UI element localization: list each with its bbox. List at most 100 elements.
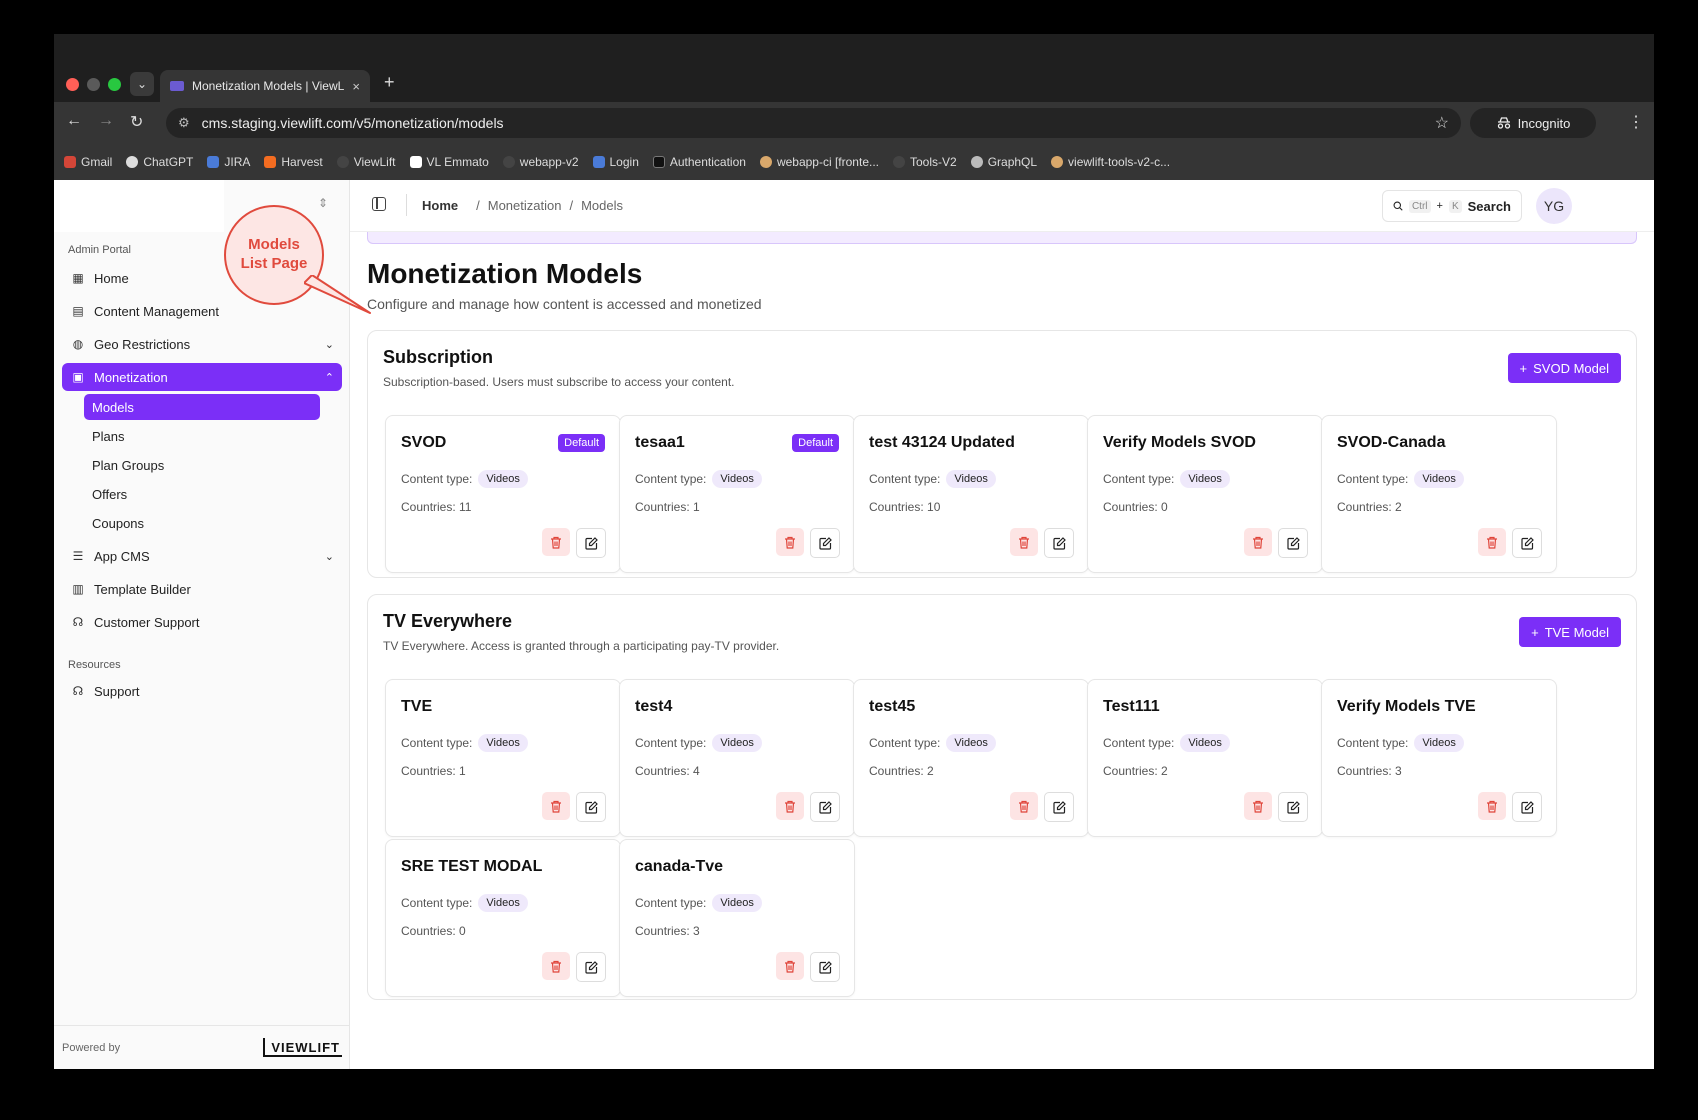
bookmark-star-icon[interactable]: ☆	[1435, 113, 1449, 133]
headset-icon: ☊	[72, 684, 84, 698]
model-card[interactable]: SRE TEST MODAL Content type: Videos Countri…	[385, 839, 621, 997]
delete-model-button[interactable]	[1010, 792, 1038, 820]
countries-count: Countries: 0	[401, 924, 466, 938]
content-type-pill: Videos	[478, 894, 528, 912]
bookmark-gmail[interactable]: Gmail	[64, 155, 112, 169]
jenkins-icon	[759, 156, 772, 168]
bookmark-viewlift-tools[interactable]: viewlift-tools-v2-c...	[1051, 155, 1170, 169]
bookmark-authentication[interactable]: Authentication	[652, 155, 746, 169]
edit-model-button[interactable]	[810, 792, 840, 822]
delete-model-button[interactable]	[776, 792, 804, 820]
model-card[interactable]: SVOD Default Content type: Videos Countries:…	[385, 415, 621, 573]
edit-model-button[interactable]	[1044, 528, 1074, 558]
model-card[interactable]: canada-Tve Content type: Videos Countries: …	[619, 839, 855, 997]
delete-model-button[interactable]	[542, 792, 570, 820]
edit-model-button[interactable]	[1512, 792, 1542, 822]
model-card[interactable]: test45 Content type: Videos Countries: 2	[853, 679, 1089, 837]
search-button[interactable]: Ctrl + K Search	[1382, 190, 1522, 222]
delete-model-button[interactable]	[776, 528, 804, 556]
edit-model-button[interactable]	[576, 528, 606, 558]
content-type-pill: Videos	[712, 894, 762, 912]
tab-title: Monetization Models | ViewLift	[192, 79, 345, 93]
edit-model-button[interactable]	[576, 792, 606, 822]
model-card[interactable]: test4 Content type: Videos Countries: 4	[619, 679, 855, 837]
countries-count: Countries: 1	[635, 500, 700, 514]
model-name: test4	[635, 698, 673, 715]
countries-count: Countries: 2	[869, 764, 934, 778]
tab-close-icon[interactable]: ×	[352, 79, 360, 94]
bookmark-webapp-v2[interactable]: webapp-v2	[502, 155, 579, 169]
delete-model-button[interactable]	[542, 528, 570, 556]
avatar[interactable]: YG	[1536, 188, 1572, 224]
bookmark-tools-v2[interactable]: Tools-V2	[893, 155, 957, 169]
sidebar-item-support[interactable]: ☊ Support	[62, 677, 342, 705]
sidebar-item-geo-restrictions[interactable]: ◍ Geo Restrictions ⌄	[62, 330, 342, 358]
sidebar-item-app-cms[interactable]: ☰ App CMS ⌄	[62, 542, 342, 570]
model-card[interactable]: tesaa1 Default Content type: Videos Countrie…	[619, 415, 855, 573]
model-card[interactable]: SVOD-Canada Content type: Videos Countries:…	[1321, 415, 1557, 573]
delete-model-button[interactable]	[1244, 792, 1272, 820]
sidebar-item-monetization[interactable]: ▣ Monetization ⌃	[62, 363, 342, 391]
url-field[interactable]: ⚙ cms.staging.viewlift.com/v5/monetizati…	[166, 108, 1461, 138]
sidebar-item-customer-support[interactable]: ☊ Customer Support	[62, 608, 342, 636]
bookmark-chatgpt[interactable]: ChatGPT	[126, 155, 193, 169]
breadcrumb-home[interactable]: Home	[422, 198, 458, 213]
browser-menu-icon[interactable]: ⋮	[1628, 112, 1644, 132]
workspace-switcher-icon[interactable]: ⇕	[318, 196, 328, 210]
zoom-window-button[interactable]	[108, 78, 121, 91]
sidebar-subitem-offers[interactable]: Offers	[84, 481, 320, 507]
toggle-sidebar-icon[interactable]	[372, 197, 386, 211]
bookmark-webapp-ci[interactable]: webapp-ci [fronte...	[759, 155, 879, 169]
model-card[interactable]: Test111 Content type: Videos Countries: 2	[1087, 679, 1323, 837]
edit-model-button[interactable]	[1278, 792, 1308, 822]
new-tab-button[interactable]: +	[384, 72, 395, 93]
breadcrumb-monetization[interactable]: Monetization	[488, 198, 562, 213]
delete-model-button[interactable]	[1478, 528, 1506, 556]
add-svod-model-button[interactable]: + SVOD Model	[1507, 353, 1621, 383]
delete-model-button[interactable]	[1244, 528, 1272, 556]
delete-model-button[interactable]	[542, 952, 570, 980]
edit-model-button[interactable]	[810, 952, 840, 982]
back-icon[interactable]: ←	[66, 112, 82, 130]
model-card[interactable]: test 43124 Updated Content type: Videos Cou…	[853, 415, 1089, 573]
site-settings-icon[interactable]: ⚙	[178, 115, 190, 131]
bookmark-login[interactable]: Login	[592, 155, 639, 169]
sidebar-item-template-builder[interactable]: ▥ Template Builder	[62, 575, 342, 603]
bookmark-viewlift[interactable]: ViewLift	[336, 155, 396, 169]
bookmark-graphql[interactable]: GraphQL	[970, 155, 1037, 169]
edit-model-button[interactable]	[1512, 528, 1542, 558]
delete-model-button[interactable]	[776, 952, 804, 980]
bookmark-vl-emmato[interactable]: VL Emmato	[409, 155, 489, 169]
close-window-button[interactable]	[66, 78, 79, 91]
layout-icon: ▥	[72, 582, 84, 596]
sidebar-subitem-plans[interactable]: Plans	[84, 423, 320, 449]
model-card[interactable]: TVE Content type: Videos Countries: 1	[385, 679, 621, 837]
browser-tab[interactable]: Monetization Models | ViewLift ×	[160, 70, 370, 102]
delete-model-button[interactable]	[1478, 792, 1506, 820]
incognito-indicator[interactable]: Incognito	[1470, 108, 1596, 138]
edit-model-button[interactable]	[576, 952, 606, 982]
sidebar-subitem-plan-groups[interactable]: Plan Groups	[84, 452, 320, 478]
sidebar-subitem-coupons[interactable]: Coupons	[84, 510, 320, 536]
tab-search-button[interactable]: ⌄	[130, 72, 154, 96]
minimize-window-button[interactable]	[87, 78, 100, 91]
sidebar-item-content-management[interactable]: ▤ Content Management	[62, 297, 342, 325]
forward-icon[interactable]: →	[98, 112, 114, 130]
content-type-label: Content type:	[869, 472, 941, 486]
edit-model-button[interactable]	[1278, 528, 1308, 558]
bookmark-harvest[interactable]: Harvest	[264, 155, 323, 169]
delete-model-button[interactable]	[1010, 528, 1038, 556]
model-card[interactable]: Verify Models TVE Content type: Videos Coun…	[1321, 679, 1557, 837]
chevron-down-icon: ⌄	[136, 77, 148, 91]
workspace-brand[interactable]	[54, 180, 224, 232]
model-name: SVOD	[401, 434, 447, 451]
edit-model-button[interactable]	[1044, 792, 1074, 822]
model-name: canada-Tve	[635, 858, 724, 875]
add-tve-model-button[interactable]: + TVE Model	[1519, 617, 1621, 647]
edit-model-button[interactable]	[810, 528, 840, 558]
sidebar-subitem-models[interactable]: Models	[84, 394, 320, 420]
bookmark-jira[interactable]: JIRA	[207, 155, 250, 169]
reload-icon[interactable]: ↻	[130, 112, 143, 132]
content-type-pill: Videos	[478, 470, 528, 488]
model-card[interactable]: Verify Models SVOD Content type: Videos Cou…	[1087, 415, 1323, 573]
